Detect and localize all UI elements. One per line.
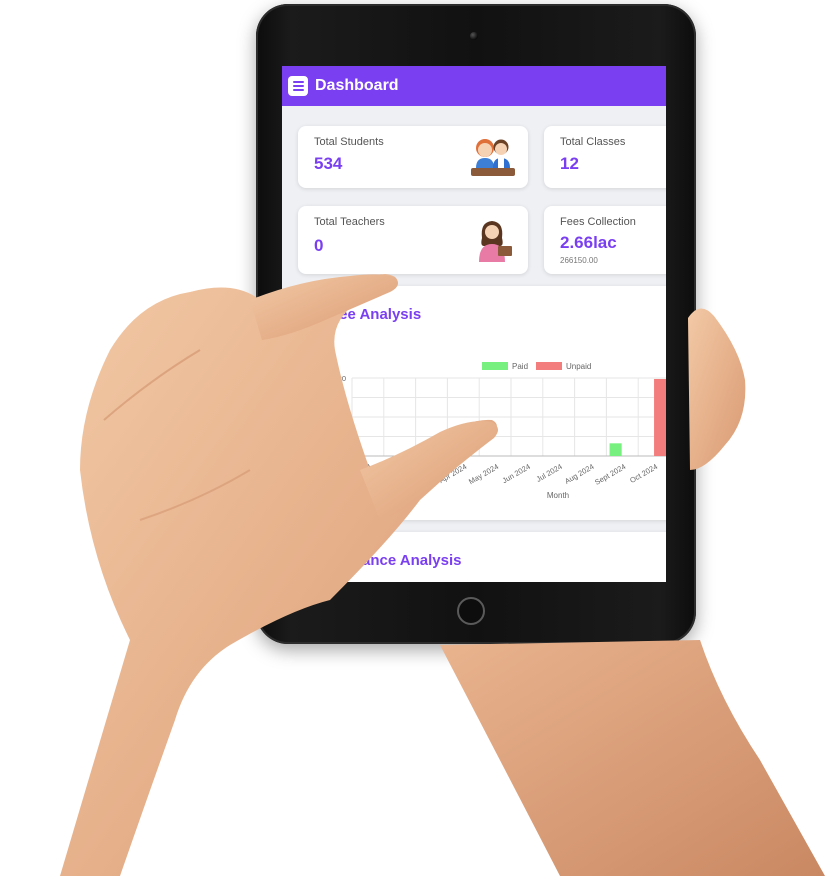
x-tick-label: Aug 2024 [563, 462, 595, 486]
hamburger-menu-icon[interactable] [288, 76, 308, 96]
x-tick-label: Oct 2024 [628, 462, 659, 485]
x-tick-label: May 2024 [467, 462, 500, 486]
x-tick-label: Jan 2024 [342, 462, 373, 485]
x-tick-label: Jun 2024 [501, 462, 532, 485]
fees-collection-label: Fees Collection [560, 216, 636, 228]
y-axis-title: Number of Vouchers [317, 382, 326, 455]
fees-collection-value: 2.66lac [560, 233, 617, 252]
total-students-card[interactable]: Total Students 534 [298, 126, 528, 188]
legend-swatch-unpaid [536, 362, 562, 370]
attendance-analysis-title: ance Analysis [362, 552, 462, 569]
home-button[interactable] [457, 597, 485, 625]
app-screen: Dashboard Total Students 534 Total Class… [282, 66, 666, 582]
total-classes-label: Total Classes [560, 136, 626, 148]
fee-analysis-card: Fee Analysis 0 100 200 300 400 Jan 2024 Feb 20… [298, 286, 666, 520]
x-tick-label: Mar 2024 [405, 462, 437, 486]
fees-collection-exact: 266150.00 [560, 256, 598, 265]
total-teachers-card[interactable]: Total Teachers 0 [298, 206, 528, 274]
attendance-analysis-card: ance Analysis [298, 532, 666, 582]
total-teachers-value: 0 [314, 236, 324, 255]
top-app-bar: Dashboard [282, 66, 666, 106]
right-thumb [688, 308, 746, 470]
total-classes-value: 12 [560, 154, 579, 173]
fees-collection-card[interactable]: Fees Collection 2.66lac 266150.00 [544, 206, 666, 274]
bar-paid-8 [609, 443, 622, 456]
y-tick-label: 100 [333, 433, 346, 442]
legend-swatch-paid [482, 362, 508, 370]
x-tick-label: Feb 2024 [373, 462, 405, 486]
x-axis-title: Month [547, 491, 569, 500]
teacher-illustration-icon [479, 221, 512, 262]
students-illustration-icon [471, 139, 515, 176]
y-tick-label: 200 [333, 413, 346, 422]
legend-label-paid: Paid [512, 362, 528, 371]
x-tick-label: Jul 2024 [535, 462, 564, 484]
y-tick-label: 300 [333, 394, 346, 403]
y-tick-label: 400 [333, 374, 346, 383]
right-arm [440, 640, 825, 876]
tablet-device: Dashboard Total Students 534 Total Class… [256, 4, 696, 644]
y-tick-label: 0 [342, 452, 346, 461]
x-tick-label: Apr 2024 [437, 462, 468, 485]
bar-unpaid-9 [654, 378, 666, 456]
page-title: Dashboard [315, 77, 399, 94]
x-tick-label: Sept 2024 [593, 462, 627, 487]
total-students-label: Total Students [314, 136, 384, 148]
total-classes-card[interactable]: Total Classes 12 [544, 126, 666, 188]
total-students-value: 534 [314, 154, 343, 173]
legend-label-unpaid: Unpaid [566, 362, 591, 371]
total-teachers-label: Total Teachers [314, 216, 385, 228]
fee-analysis-chart: 0 100 200 300 400 Jan 2024 Feb 2024 Mar 2024 Apr… [317, 362, 666, 500]
front-camera [470, 32, 478, 40]
